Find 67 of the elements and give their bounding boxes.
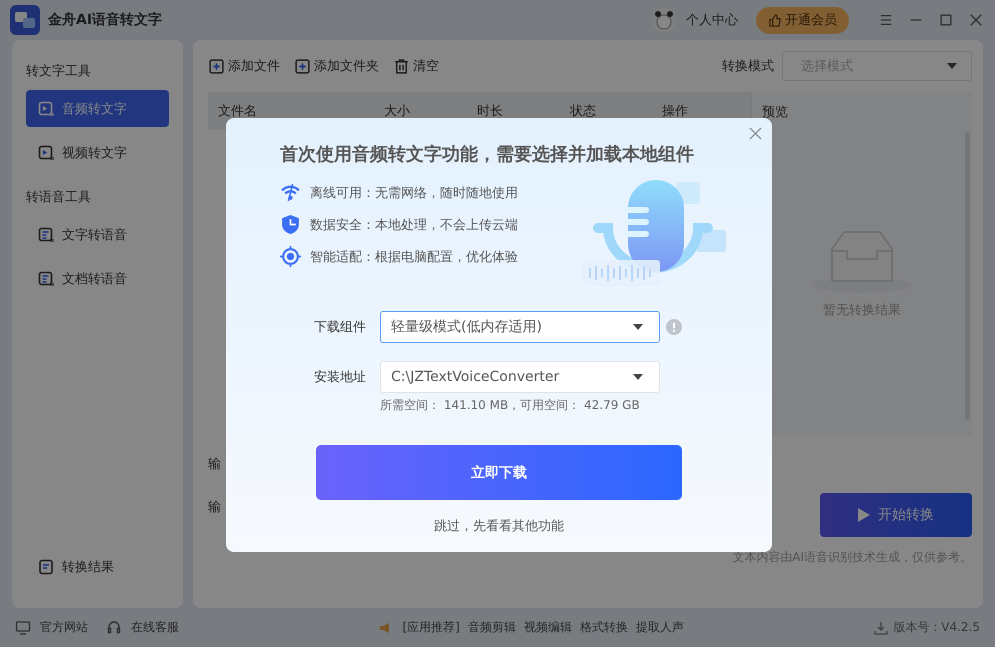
footer-link[interactable]: 音频剪辑 bbox=[468, 619, 516, 636]
vip-button[interactable]: 开通会员 bbox=[756, 6, 849, 34]
monitor-icon bbox=[15, 620, 31, 636]
mode-label: 转换模式 bbox=[722, 58, 774, 75]
play-icon bbox=[858, 508, 870, 522]
app-title: 金舟AI语音转文字 bbox=[48, 11, 162, 29]
toolbar-button[interactable]: 添加文件 bbox=[208, 57, 280, 75]
sidebar-section-title: 转文字工具 bbox=[25, 63, 92, 81]
field-label: 安装地址 bbox=[314, 369, 367, 386]
text-document-icon bbox=[38, 226, 54, 242]
toolbar-button[interactable]: 清空 bbox=[393, 57, 439, 75]
feature-text: 智能适配：根据电脑配置，优化体验 bbox=[310, 248, 518, 266]
footer-link[interactable]: 在线客服 bbox=[106, 619, 179, 636]
toolbar-button[interactable]: 添加文件夹 bbox=[294, 57, 379, 75]
close-icon[interactable] bbox=[969, 13, 983, 27]
app-logo-icon bbox=[10, 5, 40, 35]
sidebar-item[interactable]: 音频转文字 bbox=[26, 90, 169, 127]
document-icon bbox=[38, 558, 54, 574]
avatar-icon bbox=[650, 6, 678, 34]
output-label: 输 bbox=[208, 456, 221, 473]
target-icon bbox=[280, 246, 301, 267]
shield-icon bbox=[280, 214, 301, 235]
column-header: 文件名 bbox=[218, 103, 258, 120]
preview-title: 预览 bbox=[761, 104, 789, 122]
output-label: 输 bbox=[208, 499, 221, 516]
maximize-icon[interactable] bbox=[939, 13, 953, 27]
footer-link[interactable]: 官方网站 bbox=[15, 619, 88, 636]
user-center-link[interactable]: 个人中心 bbox=[686, 11, 738, 29]
caret-icon bbox=[947, 63, 957, 69]
sidebar-section-title: 转语音工具 bbox=[25, 189, 92, 207]
text-document-icon bbox=[38, 270, 54, 286]
wifi-icon bbox=[280, 182, 301, 203]
video-document-icon bbox=[38, 100, 54, 116]
skip-link[interactable]: 跳过，先看看其他功能 bbox=[434, 517, 564, 535]
footer-link[interactable]: 提取人声 bbox=[636, 619, 684, 636]
footer-link[interactable]: 视频编辑 bbox=[524, 619, 572, 636]
video-document-icon bbox=[38, 144, 54, 160]
feature-text: 数据安全：本地处理，不会上传云端 bbox=[310, 216, 518, 234]
sidebar-item[interactable]: 文字转语音 bbox=[26, 216, 169, 253]
trash-icon bbox=[393, 58, 410, 74]
column-header: 时长 bbox=[477, 103, 504, 120]
sidebar-item[interactable]: 视频转文字 bbox=[26, 134, 169, 171]
add-icon bbox=[208, 58, 225, 74]
menu-icon[interactable] bbox=[879, 13, 893, 27]
download-icon[interactable] bbox=[873, 620, 890, 636]
thumbs-up-icon bbox=[768, 14, 781, 26]
footer-link[interactable]: 格式转换 bbox=[580, 619, 628, 636]
column-header: 操作 bbox=[662, 103, 688, 120]
field-label: 下载组件 bbox=[314, 319, 367, 336]
column-header: 状态 bbox=[570, 103, 597, 120]
sidebar-item[interactable]: 文档转语音 bbox=[26, 260, 169, 297]
column-header: 大小 bbox=[384, 103, 411, 120]
version-text: 版本号：V4.2.5 bbox=[893, 619, 980, 636]
add-icon bbox=[294, 58, 311, 74]
download-button[interactable]: 立即下载 bbox=[316, 445, 682, 500]
close-icon[interactable] bbox=[749, 127, 762, 140]
headset-icon bbox=[106, 620, 122, 636]
sidebar-item[interactable]: 转换结果 bbox=[26, 548, 169, 585]
space-note: 所需空间： 141.10 MB，可用空间： 42.79 GB bbox=[380, 397, 641, 414]
dialog-title: 首次使用音频转文字功能，需要选择并加载本地组件 bbox=[280, 143, 695, 166]
feature-text: 离线可用：无需网络，随时随地使用 bbox=[310, 184, 518, 202]
dropdown-field[interactable]: 轻量级模式(低内存适用) bbox=[380, 311, 660, 343]
recommend-label: [应用推荐] bbox=[402, 619, 460, 636]
caret-icon bbox=[633, 324, 643, 330]
start-button[interactable]: 开始转换 bbox=[820, 493, 972, 537]
caret-icon bbox=[633, 374, 643, 380]
dropdown-field[interactable]: C:\JZTextVoiceConverter bbox=[380, 361, 660, 393]
